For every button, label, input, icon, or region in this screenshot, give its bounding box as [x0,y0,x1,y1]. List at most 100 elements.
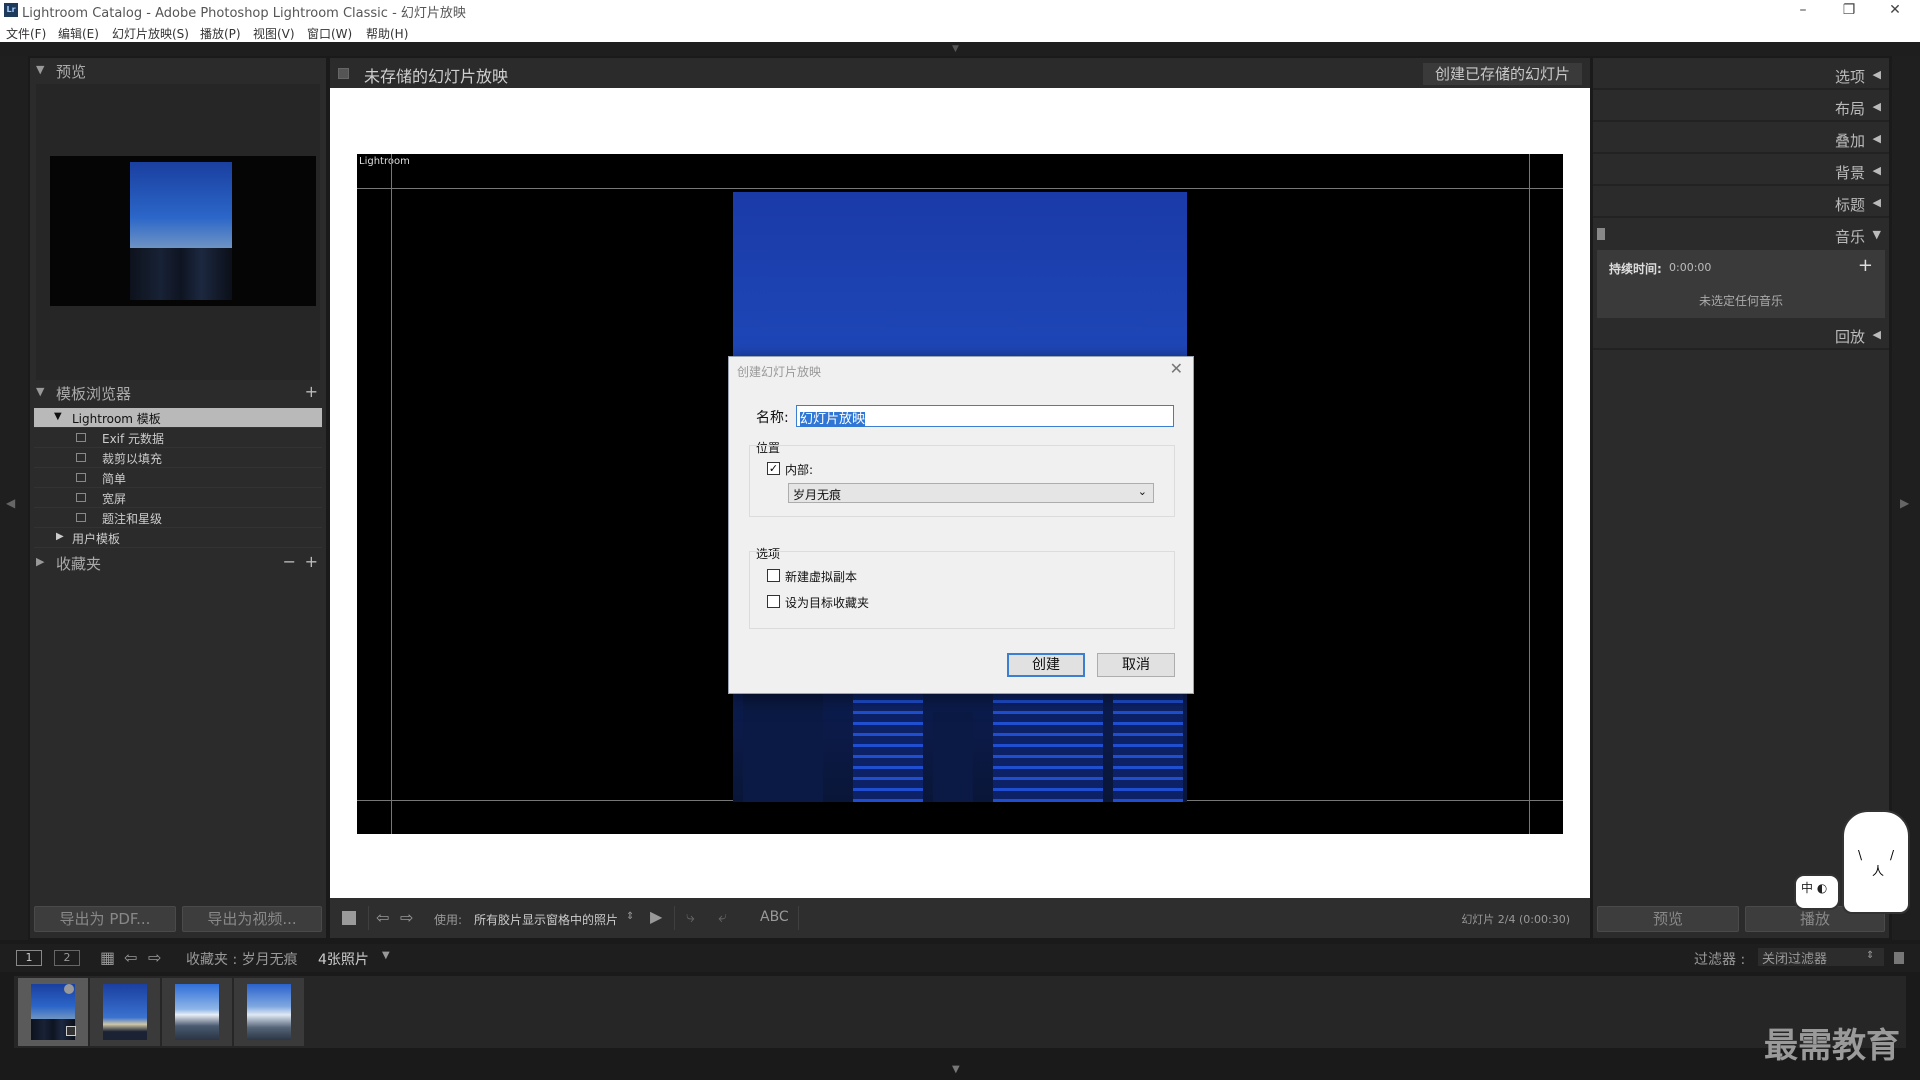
cancel-button[interactable]: 取消 [1097,653,1175,677]
maximize-icon[interactable]: ❐ [1826,0,1872,22]
previous-slide-icon[interactable]: ⇦ [376,908,389,927]
menu-play[interactable]: 播放(P) [200,25,241,42]
filmstrip-thumbnail[interactable] [18,978,88,1046]
lightroom-logo-icon: Lr [4,3,18,17]
export-pdf-button[interactable]: 导出为 PDF... [34,906,176,932]
layout-guide[interactable] [1529,154,1530,834]
stop-icon[interactable] [342,911,356,925]
menu-file[interactable]: 文件(F) [6,25,46,42]
filter-lock-icon[interactable] [1894,952,1904,964]
second-window-button[interactable]: 2 [54,950,80,966]
section-label: 布局 [1834,100,1865,118]
template-item[interactable]: 宽屏 [34,488,322,508]
rotate-icon[interactable]: ⤷ [686,907,695,927]
window-title: Lightroom Catalog - Adobe Photoshop Ligh… [22,6,466,21]
toolbar-divider [368,906,369,930]
virtual-copy-checkbox[interactable] [767,569,780,582]
menu-help[interactable]: 帮助(H) [366,25,408,42]
inside-label: 内部: [785,463,814,477]
add-text-button[interactable]: ABC [760,909,789,925]
collection-select-value: 岁月无痕 [793,488,842,502]
template-label: 题注和星级 [102,512,163,526]
minimize-icon[interactable]: – [1780,0,1826,22]
inside-checkbox[interactable]: ✓ [767,462,780,475]
add-music-icon[interactable]: + [1858,255,1873,276]
section-titles[interactable]: 标题 ◀ [1593,188,1889,218]
template-browser-header[interactable]: ▼ 模板浏览器 + [30,380,326,406]
preview-header[interactable]: ▼ 预览 [30,58,326,84]
menu-window[interactable]: 窗口(W) [307,25,352,42]
expand-left-icon: ◀ [1872,164,1881,177]
create-saved-slideshow-button[interactable]: 创建已存储的幻灯片 [1422,63,1582,85]
bottom-panel-toggle[interactable]: ▼ [0,1050,1920,1080]
identity-plate[interactable]: Lightroom [359,156,410,167]
music-toggle-icon[interactable] [1597,228,1605,240]
use-select[interactable]: 所有胶片显示窗格中的照片 [474,911,618,928]
user-templates-folder[interactable]: ▶ 用户模板 [34,528,322,548]
minus-icon[interactable]: − [283,552,296,571]
export-video-button[interactable]: 导出为视频... [182,906,322,932]
left-panel-toggle[interactable]: ◀ [0,56,28,940]
collection-select[interactable]: 岁月无痕 ⌄ [788,483,1154,503]
section-overlays[interactable]: 叠加 ◀ [1593,124,1889,154]
cat-mascot-icon: \ / 人 [1842,810,1910,914]
back-icon[interactable]: ⇦ [124,948,137,967]
add-template-icon[interactable]: + [305,382,318,401]
target-collection-checkbox[interactable] [767,595,780,608]
next-slide-icon[interactable]: ⇨ [400,908,413,927]
section-playback[interactable]: 回放 ◀ [1593,320,1889,350]
preview-photo [130,162,232,300]
filmstrip-thumbnail[interactable] [162,978,232,1046]
slideshow-name: 未存储的幻灯片放映 [364,67,509,86]
lightroom-templates-folder[interactable]: ▼ Lightroom 模板 [34,408,322,428]
template-label: 裁剪以填充 [102,452,163,466]
grid-icon[interactable]: ▦ [100,948,115,967]
folder-expand-icon: ▼ [54,411,62,422]
template-icon [76,473,86,482]
photo-building [933,712,973,802]
main-window-button[interactable]: 1 [16,950,42,966]
filmstrip-thumbnail[interactable] [234,978,304,1046]
add-collection-icon[interactable]: + [305,552,318,571]
section-music[interactable]: 音乐 ▼ [1593,220,1889,250]
location-group [749,445,1175,517]
dialog-close-icon[interactable]: ✕ [1170,359,1183,378]
rotate-back-icon[interactable]: ⤶ [718,907,727,927]
layout-guide[interactable] [391,154,392,834]
menu-edit[interactable]: 编辑(E) [58,25,99,42]
section-layout[interactable]: 布局 ◀ [1593,92,1889,122]
section-backdrop[interactable]: 背景 ◀ [1593,156,1889,186]
duration-value: 0:00:00 [1669,261,1712,274]
layout-guide[interactable] [357,188,1563,189]
expand-left-icon: ◀ [1872,68,1881,81]
top-panel-toggle[interactable]: ▼ [0,42,1920,56]
collection-path[interactable]: 收藏夹 : 岁月无痕 [186,949,298,969]
filter-dropdown-icon[interactable]: ⇕ [1866,950,1874,961]
section-options[interactable]: 选项 ◀ [1593,60,1889,90]
template-item[interactable]: Exif 元数据 [34,428,322,448]
photo-count-dropdown-icon[interactable]: ▼ [382,950,390,961]
menu-view[interactable]: 视图(V) [253,25,295,42]
template-icon [76,513,86,522]
collapse-down-icon: ▼ [1872,228,1881,241]
preview-button[interactable]: 预览 [1597,906,1739,932]
photo-count[interactable]: 4张照片 [318,949,369,969]
template-item[interactable]: 题注和星级 [34,508,322,528]
close-icon[interactable]: ✕ [1872,0,1918,22]
collapse-up-icon: ▼ [952,44,959,54]
collections-header[interactable]: ▶ 收藏夹 − + [30,550,326,576]
create-button[interactable]: 创建 [1007,653,1085,677]
template-item[interactable]: 简单 [34,468,322,488]
filmstrip-thumbnail[interactable] [90,978,160,1046]
mascot-eye: / [1890,848,1895,862]
use-dropdown-icon[interactable]: ⇕ [626,911,634,922]
forward-icon[interactable]: ⇨ [148,948,161,967]
template-item[interactable]: 裁剪以填充 [34,448,322,468]
chevron-down-icon: ⌄ [1137,485,1147,498]
filmstrip-header: 1 2 ▦ ⇦ ⇨ 收藏夹 : 岁月无痕 4张照片 ▼ 过滤器 : 关闭过滤器 … [0,944,1920,972]
name-input[interactable]: 幻灯片放映 [796,405,1174,427]
thumbnail-image [103,984,147,1040]
play-icon[interactable]: ▶ [650,907,662,926]
menu-slideshow[interactable]: 幻灯片放映(S) [112,25,189,42]
collection-badge-icon [66,1026,76,1036]
